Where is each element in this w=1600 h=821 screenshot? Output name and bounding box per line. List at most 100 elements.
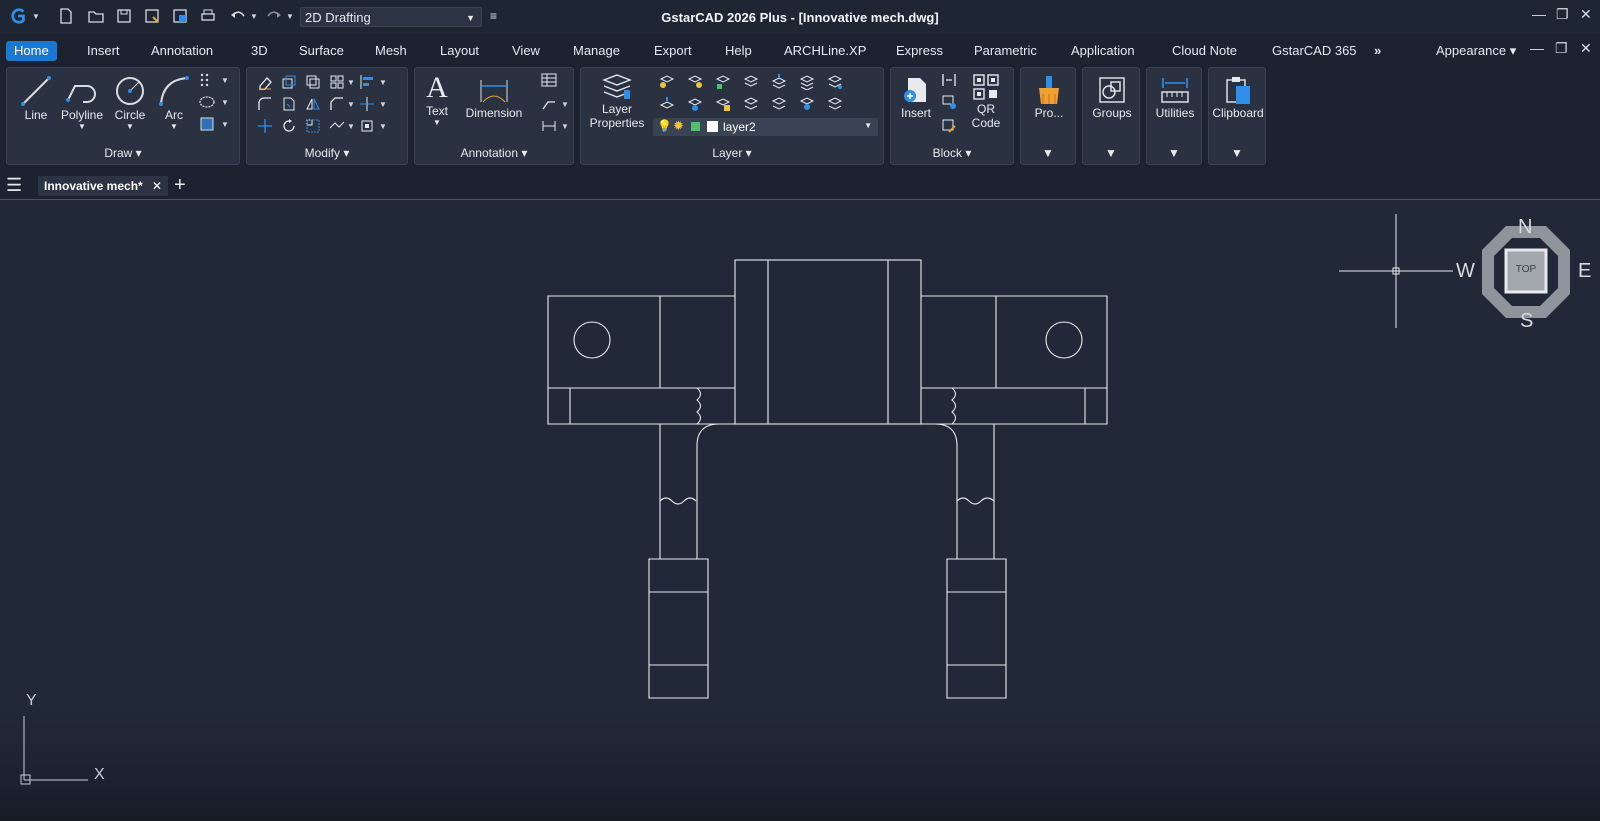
align-dropdown-icon[interactable]: ▼ xyxy=(379,78,387,87)
clipboard-panel-dropdown-icon[interactable]: ▼ xyxy=(1209,146,1265,160)
block-editor-icon[interactable] xyxy=(941,72,957,88)
compass-north[interactable]: N xyxy=(1518,216,1532,239)
hatch-dropdown-icon[interactable]: ▼ xyxy=(221,120,229,129)
clipboard-button[interactable]: Clipboard xyxy=(1209,74,1267,120)
new-tab-icon[interactable]: + xyxy=(174,174,186,197)
leader-icon[interactable] xyxy=(541,96,557,112)
groups-button[interactable]: Groups xyxy=(1083,74,1141,120)
groups-panel-dropdown-icon[interactable]: ▼ xyxy=(1083,146,1139,160)
tab-home[interactable]: Home xyxy=(6,41,57,61)
pro-panel-dropdown-icon[interactable]: ▼ xyxy=(1021,146,1075,160)
text-button[interactable]: A Text ▼ xyxy=(419,72,455,128)
block-panel-title[interactable]: Block ▾ xyxy=(891,146,1013,160)
explode-dropdown-icon[interactable]: ▼ xyxy=(379,122,387,131)
draw-panel-title[interactable]: Draw ▾ xyxy=(7,146,239,160)
tab-application[interactable]: Application xyxy=(1063,41,1143,61)
layer-properties-button[interactable]: Layer Properties xyxy=(585,72,649,130)
point-dropdown-icon[interactable]: ▼ xyxy=(221,76,229,85)
tab-layout[interactable]: Layout xyxy=(432,41,487,61)
view-cube-face-top[interactable]: TOP xyxy=(1514,264,1538,275)
minimize-icon[interactable]: — xyxy=(1532,6,1546,22)
layer-tool-icon-4[interactable] xyxy=(743,74,759,90)
ellipse-dropdown-icon[interactable]: ▼ xyxy=(221,98,229,107)
stretch-dropdown-icon[interactable]: ▼ xyxy=(347,122,355,131)
layer-tool-icon-9[interactable] xyxy=(687,96,703,112)
layer-tool-icon-3[interactable] xyxy=(715,74,731,90)
linear-dimension-icon[interactable] xyxy=(541,118,557,134)
tab-manage[interactable]: Manage xyxy=(565,41,628,61)
compass-east[interactable]: E xyxy=(1578,260,1591,283)
ellipse-icon[interactable] xyxy=(199,94,215,110)
hamburger-menu-icon[interactable]: ☰ xyxy=(6,176,22,194)
fillet-icon[interactable] xyxy=(257,96,273,112)
layer-tool-icon-5[interactable] xyxy=(771,74,787,90)
doc-restore-icon[interactable]: ❐ xyxy=(1555,40,1568,57)
qr-code-button[interactable]: QR Code xyxy=(963,72,1009,130)
more-tabs-icon[interactable]: » xyxy=(1366,41,1389,61)
arc-button[interactable]: Arc ▼ xyxy=(151,74,197,131)
trim-icon[interactable] xyxy=(281,96,297,112)
layer-tool-icon-10[interactable] xyxy=(715,96,731,112)
drawing-canvas[interactable]: Y X TOP N S E W xyxy=(0,199,1600,821)
utilities-button[interactable]: Utilities xyxy=(1147,74,1203,120)
align-icon[interactable] xyxy=(359,74,375,90)
tab-export[interactable]: Export xyxy=(646,41,700,61)
insert-button[interactable]: Insert xyxy=(895,74,937,120)
polyline-dropdown-icon[interactable]: ▼ xyxy=(55,122,109,131)
layer-dropdown[interactable]: 💡 ✹ layer2 ▼ xyxy=(653,118,878,136)
break-dropdown-icon[interactable]: ▼ xyxy=(379,100,387,109)
hatch-icon[interactable] xyxy=(199,116,215,132)
leader-dropdown-icon[interactable]: ▼ xyxy=(561,100,569,109)
mirror-icon[interactable] xyxy=(305,96,321,112)
modify-panel-title[interactable]: Modify ▾ xyxy=(247,146,407,160)
utilities-panel-dropdown-icon[interactable]: ▼ xyxy=(1147,146,1201,160)
tab-archline[interactable]: ARCHLine.XP xyxy=(776,41,874,61)
scale-icon[interactable] xyxy=(305,118,321,134)
circle-dropdown-icon[interactable]: ▼ xyxy=(105,122,155,131)
text-dropdown-icon[interactable]: ▼ xyxy=(419,118,455,127)
layer-tool-icon-13[interactable] xyxy=(799,96,815,112)
erase-icon[interactable] xyxy=(257,74,273,91)
chamfer-icon[interactable] xyxy=(329,96,345,112)
doc-minimize-icon[interactable]: — xyxy=(1530,40,1544,56)
tab-mesh[interactable]: Mesh xyxy=(367,41,415,61)
view-cube[interactable]: TOP N S E W xyxy=(1456,216,1596,336)
tab-surface[interactable]: Surface xyxy=(291,41,352,61)
dimension-button[interactable]: Dimension xyxy=(461,76,527,120)
create-block-icon[interactable] xyxy=(941,94,957,110)
layer-tool-icon-1[interactable] xyxy=(659,74,675,90)
offset-icon[interactable] xyxy=(305,74,321,90)
circle-button[interactable]: Circle ▼ xyxy=(105,74,155,131)
tab-express[interactable]: Express xyxy=(888,41,951,61)
close-icon[interactable]: ✕ xyxy=(1580,6,1592,23)
arc-dropdown-icon[interactable]: ▼ xyxy=(151,122,197,131)
chamfer-dropdown-icon[interactable]: ▼ xyxy=(347,100,355,109)
layer-panel-title[interactable]: Layer ▾ xyxy=(581,146,883,160)
linear-dimension-dropdown-icon[interactable]: ▼ xyxy=(561,122,569,131)
explode-icon[interactable] xyxy=(359,118,375,134)
restore-icon[interactable]: ❐ xyxy=(1556,6,1569,23)
compass-west[interactable]: W xyxy=(1456,260,1475,283)
layer-tool-icon-12[interactable] xyxy=(771,96,787,112)
layer-tool-icon-2[interactable] xyxy=(687,74,703,90)
appearance-menu[interactable]: Appearance ▾ xyxy=(1428,41,1524,61)
table-icon[interactable] xyxy=(541,72,557,88)
layer-tool-icon-8[interactable] xyxy=(659,96,675,112)
stretch-icon[interactable] xyxy=(329,118,345,134)
layer-tool-icon-14[interactable] xyxy=(827,96,843,112)
polyline-button[interactable]: Polyline ▼ xyxy=(55,74,109,131)
tab-parametric[interactable]: Parametric xyxy=(966,41,1045,61)
edit-attribute-icon[interactable] xyxy=(941,118,957,134)
annotation-panel-title[interactable]: Annotation ▾ xyxy=(415,146,573,160)
doc-close-icon[interactable]: ✕ xyxy=(1580,40,1592,57)
pro-button[interactable]: Pro... xyxy=(1021,74,1077,120)
array-icon[interactable] xyxy=(329,74,345,90)
break-icon[interactable] xyxy=(359,96,375,112)
tab-3d[interactable]: 3D xyxy=(243,41,276,61)
array-dropdown-icon[interactable]: ▼ xyxy=(347,78,355,87)
close-tab-icon[interactable]: ✕ xyxy=(152,179,162,193)
move-icon[interactable] xyxy=(257,118,273,134)
tab-gstarcad-365[interactable]: GstarCAD 365 xyxy=(1264,41,1365,61)
point-icon[interactable] xyxy=(199,72,215,88)
copy-icon[interactable] xyxy=(281,74,297,90)
